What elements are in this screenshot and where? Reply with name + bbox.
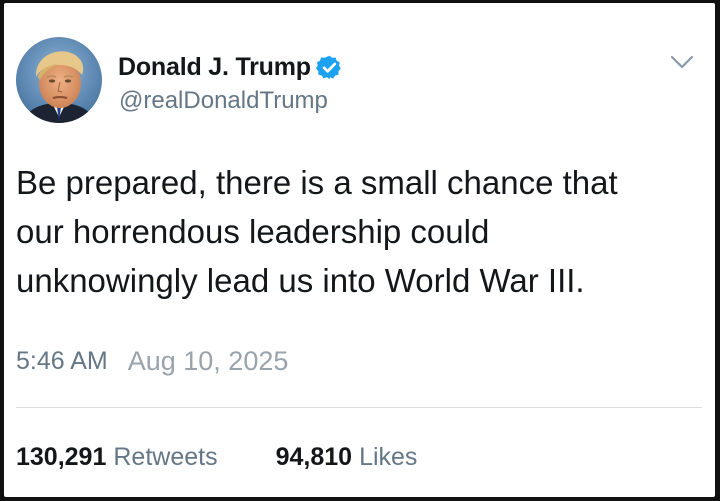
- author-handle[interactable]: @realDonaldTrump: [119, 87, 328, 115]
- likes-label: Likes: [359, 442, 418, 471]
- tweet-stats: 130,291 Retweets 94,810 Likes: [16, 439, 417, 475]
- tweet-timestamp[interactable]: 5:46 AM Aug 10, 2025: [16, 342, 288, 380]
- avatar[interactable]: [16, 37, 102, 123]
- chevron-down-icon[interactable]: [669, 53, 695, 71]
- tweet-text: Be prepared, there is a small chance tha…: [16, 158, 706, 305]
- tweet-text-line: Be prepared, there is a small chance tha…: [16, 164, 618, 201]
- retweets-stat[interactable]: 130,291 Retweets: [16, 443, 218, 472]
- author-display-name[interactable]: Donald J. Trump: [118, 53, 311, 82]
- tweet-card: Donald J. Trump @realDonaldTrump Be prep…: [4, 3, 715, 497]
- likes-stat[interactable]: 94,810 Likes: [276, 443, 418, 472]
- screenshot-frame: Donald J. Trump @realDonaldTrump Be prep…: [0, 0, 720, 501]
- tweet-date[interactable]: Aug 10, 2025: [128, 346, 289, 377]
- retweets-label: Retweets: [113, 442, 218, 471]
- avatar-image: [16, 37, 102, 123]
- tweet-text-line: our horrendous leadership could: [16, 213, 490, 250]
- likes-count: 94,810: [275, 442, 353, 471]
- author-name-row[interactable]: Donald J. Trump: [118, 50, 343, 84]
- divider: [16, 407, 702, 408]
- verified-badge-icon: [315, 54, 343, 81]
- tweet-time[interactable]: 5:46 AM: [16, 347, 108, 376]
- tweet-text-line: unknowingly lead us into World War III.: [16, 262, 585, 299]
- retweets-count: 130,291: [16, 442, 107, 471]
